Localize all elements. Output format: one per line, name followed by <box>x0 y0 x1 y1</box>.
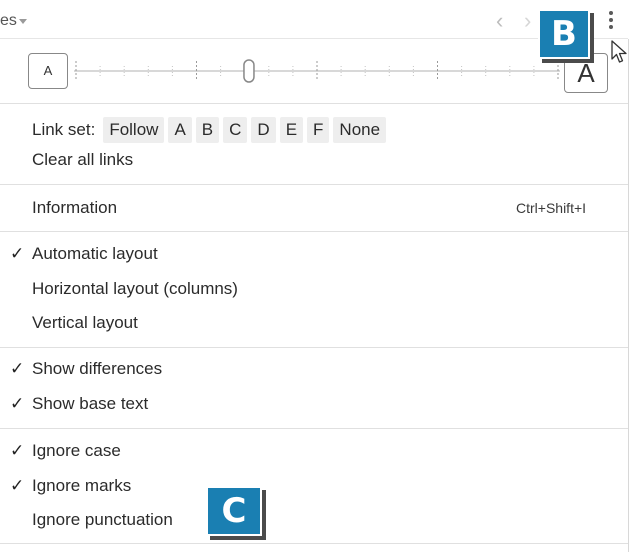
divider <box>0 428 628 429</box>
check-icon: ✓ <box>10 359 25 378</box>
next-button[interactable]: › <box>524 10 531 32</box>
top-bar: es ‹ › <box>0 0 628 39</box>
slider-thumb[interactable] <box>243 59 255 83</box>
divider <box>0 184 628 185</box>
link-set-option-d[interactable]: D <box>251 117 276 143</box>
mouse-pointer-icon <box>611 40 627 63</box>
information-item[interactable]: Information <box>32 198 117 218</box>
check-icon: ✓ <box>10 394 25 413</box>
link-set-row: Link set: Follow A B C D E F None <box>32 117 387 143</box>
divider <box>0 231 628 232</box>
link-set-option-e[interactable]: E <box>279 117 304 143</box>
show-differences-item[interactable]: Show differences <box>32 359 162 379</box>
ignore-marks-item[interactable]: Ignore marks <box>32 476 131 496</box>
divider <box>0 103 628 104</box>
automatic-layout-item[interactable]: Automatic layout <box>32 244 158 264</box>
link-set-option-follow[interactable]: Follow <box>103 117 165 143</box>
ignore-case-item[interactable]: Ignore case <box>32 441 121 461</box>
information-shortcut: Ctrl+Shift+I <box>516 200 587 216</box>
ignore-punctuation-item[interactable]: Ignore punctuation <box>32 510 173 530</box>
zoom-slider[interactable] <box>74 56 560 86</box>
horizontal-layout-item[interactable]: Horizontal layout (columns) <box>32 279 238 299</box>
link-set-option-none[interactable]: None <box>333 117 387 143</box>
check-icon: ✓ <box>10 244 25 263</box>
link-set-label: Link set: <box>32 120 96 139</box>
link-set-option-b[interactable]: B <box>195 117 220 143</box>
more-options-icon[interactable] <box>606 9 616 33</box>
link-set-option-c[interactable]: C <box>223 117 248 143</box>
check-icon: ✓ <box>10 441 25 460</box>
check-icon: ✓ <box>10 476 25 495</box>
vertical-layout-item[interactable]: Vertical layout <box>32 313 138 333</box>
zoom-out-button[interactable]: A <box>28 53 68 89</box>
link-set-option-a[interactable]: A <box>168 117 192 143</box>
clear-all-links-item[interactable]: Clear all links <box>32 150 133 170</box>
show-base-text-item[interactable]: Show base text <box>32 394 148 414</box>
chevron-down-icon[interactable] <box>19 19 27 24</box>
zoom-in-button[interactable]: A <box>564 53 608 93</box>
previous-button[interactable]: ‹ <box>496 10 503 32</box>
callout-badge-c: C <box>206 486 262 536</box>
link-set-option-f[interactable]: F <box>307 117 330 143</box>
divider <box>0 543 628 544</box>
topbar-title[interactable]: es <box>0 12 17 30</box>
callout-badge-b: B <box>538 9 590 59</box>
divider <box>0 347 628 348</box>
